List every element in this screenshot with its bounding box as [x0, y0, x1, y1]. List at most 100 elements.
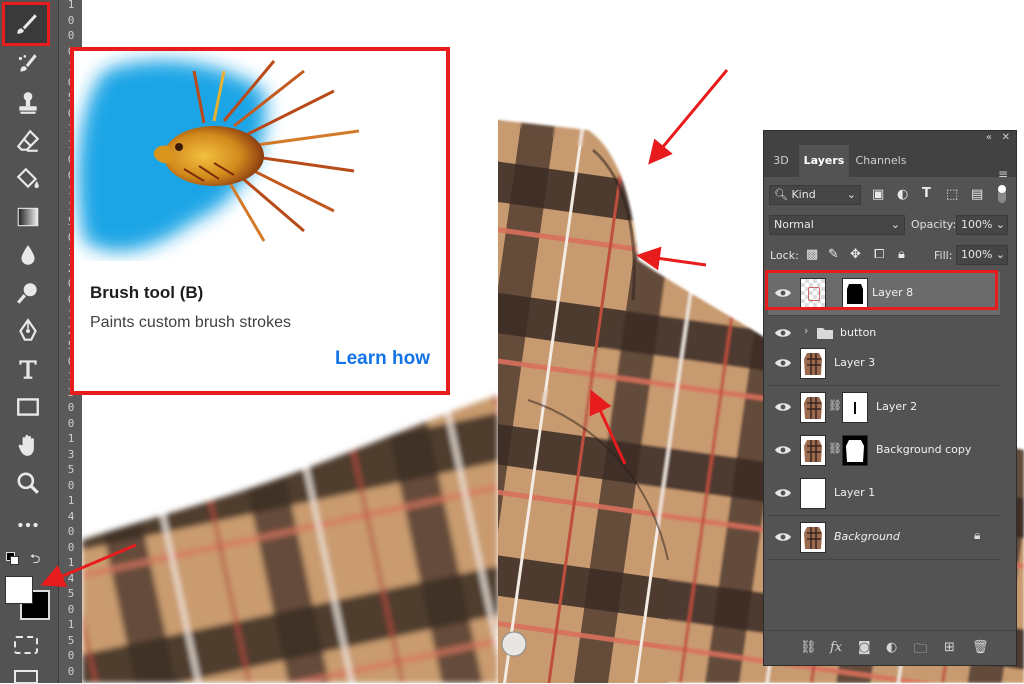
layer-row-background[interactable]: Background 🔒︎ — [768, 516, 1000, 560]
layer-name: Layer 2 — [876, 400, 918, 413]
tooltip-title: Brush tool (B) — [90, 283, 204, 302]
ruler-digit: 1 — [67, 556, 75, 569]
filter-adjustment-icon[interactable]: ◐ — [897, 187, 908, 203]
panel-menu-icon[interactable]: ≡ — [998, 167, 1008, 181]
learn-how-link[interactable]: Learn how — [335, 348, 430, 370]
layer-thumbnail — [800, 392, 826, 423]
ruler-digit: 4 — [67, 571, 75, 585]
panel-footer: ⛓ fx ◙ ◐ 🗀 ⊞ 🗑 — [764, 630, 1016, 665]
blend-mode-select[interactable]: Normal ⌄ — [769, 215, 905, 235]
layer-thumbnail — [800, 478, 826, 509]
tool-tooltip: Brush tool (B) Paints custom brush strok… — [70, 47, 450, 395]
ruler-digit: 5 — [67, 587, 75, 600]
collapse-icon[interactable]: « — [986, 132, 992, 143]
layer-thumbnail — [800, 522, 826, 553]
delete-layer-icon[interactable]: 🗑 — [972, 640, 989, 655]
add-mask-icon[interactable]: ◙ — [858, 640, 871, 655]
panel-close-icon[interactable]: ✕ — [1002, 132, 1010, 143]
layer-style-fx-icon[interactable]: fx — [830, 640, 842, 655]
filter-kind-select[interactable]: 🔍︎ Kind ⌄ — [769, 185, 861, 205]
fill-field[interactable]: 100% ⌄ — [956, 245, 1008, 265]
opacity-label: Opacity: — [911, 218, 957, 231]
tab-layers[interactable]: Layers — [799, 145, 849, 177]
layer-row-background-copy[interactable]: ⛓ Background copy — [768, 429, 1000, 473]
link-icon[interactable]: ⛓ — [828, 399, 842, 412]
layer-name: Background copy — [876, 443, 972, 456]
layer-name: button — [840, 326, 877, 339]
hand-icon[interactable] — [6, 428, 50, 462]
visibility-eye-icon[interactable] — [774, 400, 792, 414]
ruler-digit: 4 — [67, 509, 75, 523]
layer-thumbnail — [800, 435, 826, 466]
visibility-eye-icon[interactable] — [774, 443, 792, 457]
panel-tabs: 3D Layers Channels ≡ — [764, 145, 1016, 181]
paint-bucket-icon[interactable] — [6, 162, 50, 196]
filter-type-icon[interactable]: T — [922, 186, 931, 202]
layer-row-layer-1[interactable]: Layer 1 — [768, 472, 1000, 516]
link-layers-icon[interactable]: ⛓ — [800, 640, 817, 655]
swap-colors-icon[interactable]: ⮌ — [30, 550, 40, 572]
dodge-icon[interactable] — [6, 276, 50, 310]
gradient-icon[interactable] — [6, 200, 50, 234]
lock-artboard-icon[interactable]: ⧠ — [874, 247, 884, 263]
clone-stamp-icon[interactable] — [6, 86, 50, 120]
tab-3d[interactable]: 3D — [764, 145, 798, 177]
layer-name: Layer 8 — [872, 286, 914, 299]
panel-header — [764, 131, 1016, 145]
ruler-digit: 1 — [67, 0, 75, 11]
pen-icon[interactable] — [6, 314, 50, 348]
filter-shape-icon[interactable]: ⬚ — [946, 187, 958, 203]
chevron-down-icon: ⌄ — [890, 218, 900, 231]
ruler-digit: 1 — [67, 432, 75, 445]
layer-mask-thumbnail — [842, 278, 868, 309]
foreground-color-swatch[interactable] — [5, 576, 33, 604]
ruler-digit: 0 — [67, 478, 75, 492]
visibility-eye-icon[interactable] — [774, 530, 792, 544]
eraser-icon[interactable] — [6, 124, 50, 158]
tooltip-description: Paints custom brush strokes — [90, 314, 291, 331]
new-layer-icon[interactable]: ⊞ — [944, 640, 955, 655]
tab-channels[interactable]: Channels — [850, 145, 912, 177]
filter-toggle-icon[interactable] — [998, 185, 1006, 203]
more-tools-icon[interactable] — [6, 508, 50, 542]
layer-thumbnail — [800, 278, 826, 309]
rectangle-icon[interactable] — [6, 390, 50, 424]
tools-panel: ⮌ — [0, 0, 58, 684]
ruler-digit: 5 — [67, 633, 75, 647]
ruler-digit: 0 — [67, 649, 75, 662]
mixer-brush-icon[interactable] — [6, 48, 50, 82]
opacity-field[interactable]: 100% ⌄ — [956, 215, 1008, 235]
filter-kind-value: Kind — [791, 188, 816, 201]
lock-position-icon[interactable]: ✥ — [850, 247, 861, 263]
visibility-eye-icon[interactable] — [774, 286, 792, 300]
new-group-icon[interactable]: 🗀 — [914, 640, 927, 662]
opacity-value: 100% — [961, 218, 993, 231]
quick-mask-icon[interactable] — [14, 636, 38, 654]
blend-mode-value: Normal — [774, 218, 814, 231]
filter-smart-object-icon[interactable]: ▤ — [971, 187, 983, 203]
lock-all-icon[interactable]: 🔒︎ — [898, 247, 905, 263]
screen-mode-icon[interactable] — [14, 670, 38, 684]
filter-pixel-icon[interactable]: ▣ — [872, 187, 884, 203]
layer-thumbnail — [800, 348, 826, 379]
zoom-icon[interactable] — [6, 466, 50, 500]
type-icon[interactable] — [6, 352, 50, 386]
ruler-digit: 0 — [67, 401, 75, 414]
visibility-eye-icon[interactable] — [774, 326, 792, 340]
chevron-right-icon[interactable]: › — [804, 324, 808, 337]
layer-row-layer-2[interactable]: ⛓ Layer 2 — [768, 386, 1000, 430]
blur-icon[interactable] — [6, 238, 50, 272]
layer-row-layer-8[interactable]: Layer 8 — [768, 272, 1000, 316]
layers-panel: « ✕ 3D Layers Channels ≡ 🔍︎ Kind ⌄ ▣ ◐ T… — [763, 130, 1017, 666]
layer-name: Background — [834, 530, 900, 543]
visibility-eye-icon[interactable] — [774, 486, 792, 500]
lock-icon[interactable]: 🔒︎ — [974, 528, 980, 543]
link-icon[interactable]: ⛓ — [828, 442, 842, 455]
default-colors-icon[interactable] — [6, 552, 19, 565]
layer-row-layer-3[interactable]: Layer 3 — [768, 342, 1000, 386]
adjustment-layer-icon[interactable]: ◐ — [886, 640, 897, 655]
lock-transparent-icon[interactable]: ▩ — [806, 247, 818, 263]
lock-image-icon[interactable]: ✎ — [828, 247, 839, 263]
visibility-eye-icon[interactable] — [774, 356, 792, 370]
brush-tool-icon[interactable] — [2, 2, 50, 46]
